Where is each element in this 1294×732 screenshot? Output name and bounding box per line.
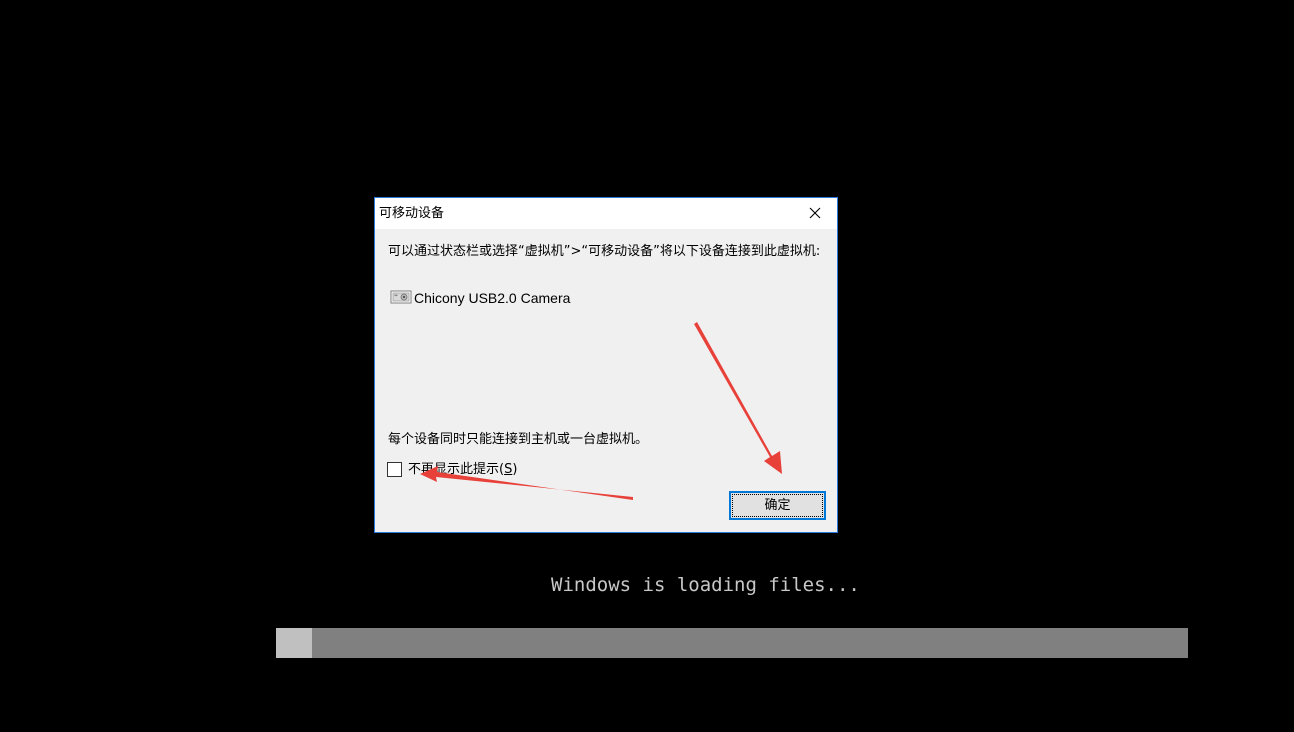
close-icon [809, 207, 821, 219]
ok-button-label: 确定 [764, 498, 791, 513]
boot-progress-bar [276, 628, 1188, 658]
close-button[interactable] [793, 198, 837, 229]
dialog-message: 可以通过状态栏或选择“虚拟机”>“可移动设备”将以下设备连接到此虚拟机: [388, 244, 821, 259]
dialog-note: 每个设备同时只能连接到主机或一台虚拟机。 [388, 432, 649, 447]
dont-show-again-label: 不再显示此提示(S) [408, 461, 517, 479]
removable-devices-dialog: 可移动设备 可以通过状态栏或选择“虚拟机”>“可移动设备”将以下设备连接到此虚拟… [374, 197, 838, 533]
checkbox-label-end: ) [512, 462, 518, 477]
dialog-titlebar: 可移动设备 [375, 198, 837, 229]
device-name: Chicony USB2.0 Camera [414, 290, 571, 306]
dialog-title: 可移动设备 [379, 206, 445, 221]
boot-progress-fill [276, 628, 312, 658]
ok-button[interactable]: 确定 [729, 491, 826, 520]
checkbox-label-text: 不再显示此提示( [408, 462, 505, 477]
boot-loading-text: Windows is loading files... [551, 574, 860, 596]
vm-screen: 可移动设备 可以通过状态栏或选择“虚拟机”>“可移动设备”将以下设备连接到此虚拟… [0, 0, 1294, 732]
dont-show-again-checkbox[interactable] [387, 462, 402, 477]
camera-icon [390, 290, 412, 304]
